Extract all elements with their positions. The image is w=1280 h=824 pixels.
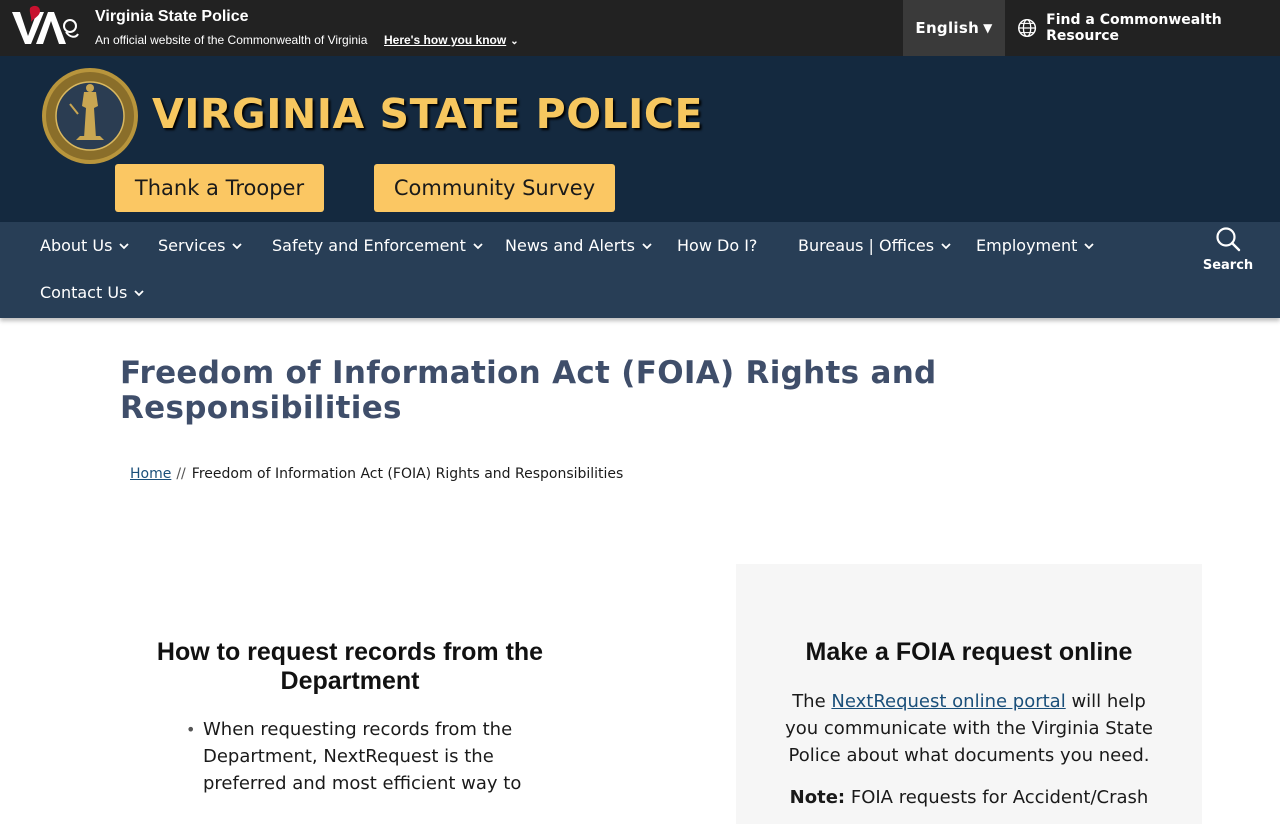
find-resource-label: Find a Commonwealth Resource	[1046, 12, 1222, 44]
language-selector[interactable]: English ▼	[903, 0, 1005, 56]
nav-item-label: Bureaus | Offices	[798, 236, 935, 255]
breadcrumb: Home // Freedom of Information Act (FOIA) …	[130, 466, 623, 482]
nav-item-safety-enforcement[interactable]: Safety and Enforcement	[272, 236, 483, 255]
chevron-down-icon	[119, 242, 130, 249]
note-label: Note:	[789, 787, 846, 808]
caret-down-icon: ▼	[983, 21, 993, 35]
chevron-down-icon	[1084, 242, 1095, 249]
list-item: When requesting records from the Departm…	[186, 716, 536, 797]
agency-name: Virginia State Police	[95, 8, 249, 25]
nav-item-label: Safety and Enforcement	[272, 236, 466, 255]
site-title[interactable]: VIRGINIA STATE POLICE	[152, 90, 703, 138]
breadcrumb-separator: //	[176, 466, 186, 482]
globe-icon	[1018, 18, 1037, 38]
nextrequest-portal-link[interactable]: NextRequest online portal	[831, 691, 1065, 712]
thank-a-trooper-button[interactable]: Thank a Trooper	[115, 164, 324, 212]
commonwealth-bar: Virginia State Police An official websit…	[0, 0, 1280, 56]
chevron-down-icon	[473, 242, 483, 249]
nav-item-label: Contact Us	[40, 283, 128, 302]
breadcrumb-current: Freedom of Information Act (FOIA) Rights…	[191, 466, 624, 482]
note-text: FOIA requests for Accident/Crash	[845, 787, 1149, 808]
breadcrumb-home-link[interactable]: Home	[130, 466, 171, 482]
nav-item-about-us[interactable]: About Us	[40, 236, 130, 255]
nav-item-label: How Do I?	[677, 236, 758, 255]
request-records-list: When requesting records from the Departm…	[186, 716, 536, 797]
request-records-heading: How to request records from the Departme…	[156, 638, 544, 695]
foia-online-description: The NextRequest online portal will help …	[776, 688, 1162, 769]
find-resource-button[interactable]: Find a Commonwealth Resource	[1016, 0, 1280, 56]
search-button[interactable]: Search	[1198, 226, 1258, 274]
foia-online-heading: Make a FOIA request online	[805, 638, 1133, 666]
official-website-notice: An official website of the Commonwealth …	[95, 33, 368, 47]
heres-how-label: Here's how you know	[384, 33, 507, 47]
nav-item-services[interactable]: Services	[158, 236, 243, 255]
chevron-down-icon: ⌄	[510, 36, 519, 47]
community-survey-button[interactable]: Community Survey	[374, 164, 615, 212]
nav-item-label: Employment	[976, 236, 1078, 255]
virginia-logo-icon[interactable]	[10, 4, 80, 46]
search-label: Search	[1202, 258, 1254, 273]
search-icon	[1216, 227, 1241, 252]
description-before: The	[792, 691, 832, 712]
foia-note: Note: FOIA requests for Accident/Crash	[776, 784, 1162, 811]
chevron-down-icon	[232, 242, 243, 249]
chevron-down-icon	[134, 289, 145, 296]
nav-item-label: News and Alerts	[505, 236, 635, 255]
nav-item-label: Services	[158, 236, 226, 255]
chevron-down-icon	[941, 242, 951, 249]
nav-item-contact-us[interactable]: Contact Us	[40, 283, 145, 302]
state-police-seal-icon[interactable]	[40, 66, 140, 166]
nav-item-label: About Us	[40, 236, 113, 255]
nav-item-employment[interactable]: Employment	[976, 236, 1095, 255]
nav-item-news-alerts[interactable]: News and Alerts	[505, 236, 652, 255]
nav-item-bureaus-offices[interactable]: Bureaus | Offices	[798, 236, 951, 255]
nav-item-how-do-i[interactable]: How Do I?	[677, 236, 757, 255]
language-label: English	[915, 19, 980, 37]
heres-how-you-know-link[interactable]: Here's how you know ⌄	[384, 33, 519, 47]
page-title: Freedom of Information Act (FOIA) Rights…	[120, 355, 937, 426]
chevron-down-icon	[642, 242, 652, 249]
